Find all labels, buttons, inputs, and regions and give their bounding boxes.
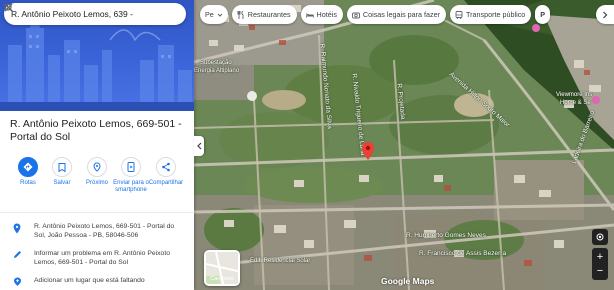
- save-label: Salvar: [53, 180, 71, 186]
- send-to-phone-label: Enviar para o smartphone: [113, 180, 149, 193]
- chip-hoteis[interactable]: Hotéis: [300, 5, 343, 24]
- collapse-sidebar-button[interactable]: [194, 136, 204, 156]
- report-problem-row[interactable]: Informar um problema em R. Antônio Peixo…: [0, 249, 194, 267]
- send-to-phone-button[interactable]: Enviar para o smartphone: [113, 157, 149, 194]
- address-row[interactable]: R. Antônio Peixoto Lemos, 669-501 - Port…: [0, 222, 194, 240]
- camera-icon: [351, 12, 360, 18]
- google-maps-logo: Google Maps: [381, 276, 435, 286]
- search-button[interactable]: [4, 3, 153, 23]
- map-label-viewmore-2: Home & Se: [560, 100, 591, 106]
- chevron-right-icon: [603, 11, 608, 18]
- chip-coisas-legais[interactable]: Coisas legais para fazer: [346, 5, 447, 24]
- add-location-icon: [13, 277, 21, 286]
- chip-transporte[interactable]: Transporte público: [450, 5, 532, 24]
- chip-restaurantes[interactable]: Restaurantes: [231, 5, 297, 24]
- chip-parking-label: P: [540, 10, 546, 19]
- chip-filter[interactable]: Pe: [200, 5, 228, 24]
- place-title: R. Antônio Peixoto Lemos, 669-501 - Port…: [10, 118, 182, 143]
- map-label-subestacao-2: Energia Altiplano: [194, 68, 240, 74]
- share-icon: [162, 162, 170, 172]
- hotel-icon: [305, 12, 314, 18]
- nearby-icon: [93, 162, 101, 172]
- place-sidebar: R. Antônio Peixoto Lemos, 669-501 - Port…: [0, 0, 194, 290]
- my-location-button[interactable]: [592, 229, 608, 245]
- chevron-down-icon: [217, 13, 223, 17]
- zoom-in-icon[interactable]: +: [597, 250, 603, 264]
- chip-transporte-label: Transporte público: [466, 10, 526, 19]
- location-pin-icon[interactable]: [362, 142, 374, 160]
- layers-button[interactable]: Camadas: [204, 250, 240, 286]
- nearby-button[interactable]: Próximo: [80, 157, 114, 187]
- action-buttons: Rotas Salvar Próximo Enviar para o smart…: [0, 157, 194, 205]
- share-button[interactable]: Compartilhar: [149, 157, 183, 187]
- layers-label: Camadas: [210, 276, 234, 282]
- place-hero-image: [0, 0, 194, 111]
- satellite-imagery: [194, 0, 614, 290]
- add-place-row[interactable]: Adicionar um lugar que está faltando: [0, 276, 194, 286]
- send-to-phone-icon: [127, 162, 135, 172]
- search-input[interactable]: [11, 9, 133, 19]
- address-text: R. Antônio Peixoto Lemos, 669-501 - Port…: [34, 223, 175, 239]
- chip-hoteis-label: Hotéis: [316, 10, 337, 19]
- chips-scroll-right-button[interactable]: [596, 5, 614, 24]
- chevron-left-icon: [196, 142, 201, 150]
- directions-icon: [23, 162, 33, 172]
- chip-restaurantes-label: Restaurantes: [247, 10, 291, 19]
- divider: [0, 212, 194, 213]
- chip-coisas-legais-label: Coisas legais para fazer: [362, 10, 441, 19]
- report-problem-text: Informar um problema em R. Antônio Peixo…: [34, 250, 171, 266]
- category-chips: Pe Restaurantes Hotéis Coisas legais par…: [200, 5, 551, 25]
- close-icon: [4, 3, 13, 12]
- restaurant-icon: [237, 10, 244, 19]
- chip-filter-label: Pe: [205, 10, 214, 19]
- close-button[interactable]: [4, 3, 173, 23]
- location-icon: [13, 223, 21, 234]
- save-button[interactable]: Salvar: [45, 157, 79, 187]
- map-label-edif: Edif. Residencial Solar: [250, 258, 311, 264]
- map-label-subestacao: Subestação: [200, 60, 232, 66]
- chip-parking[interactable]: P: [535, 5, 551, 24]
- directions-button[interactable]: Rotas: [11, 157, 45, 187]
- share-label: Compartilhar: [148, 180, 184, 186]
- crosshair-icon: [596, 233, 604, 241]
- zoom-out-icon[interactable]: −: [597, 264, 603, 278]
- map-label-viewmore: Viewmore Ins: [556, 92, 593, 98]
- map-label-rua-francisco: R. Francisco de Assis Bezerra: [419, 250, 507, 257]
- google-maps-app: Subestação Energia Altiplano Avenida Hil…: [0, 0, 614, 290]
- map-label-rua-humberto: R. Humberto Gomes Neves: [406, 232, 486, 239]
- add-place-text: Adicionar um lugar que está faltando: [34, 277, 145, 284]
- transit-icon: [455, 10, 463, 19]
- search-bar: [4, 3, 186, 25]
- zoom-controls: + −: [592, 248, 608, 280]
- bookmark-icon: [58, 162, 66, 172]
- map-canvas[interactable]: Subestação Energia Altiplano Avenida Hil…: [194, 0, 614, 290]
- pencil-icon: [13, 251, 21, 258]
